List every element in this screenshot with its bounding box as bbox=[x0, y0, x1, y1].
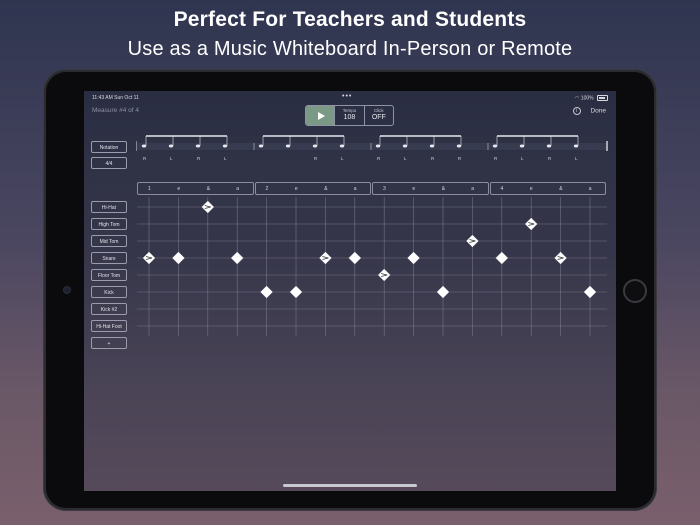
note[interactable] bbox=[172, 251, 185, 265]
subheadline: Use as a Music Whiteboard In-Person or R… bbox=[127, 38, 573, 60]
accented-note[interactable] bbox=[466, 234, 479, 248]
accented-note[interactable] bbox=[319, 251, 332, 265]
accented-note[interactable] bbox=[377, 268, 391, 282]
camera-icon bbox=[63, 286, 71, 294]
accented-note[interactable] bbox=[201, 200, 215, 214]
drum-grid[interactable] bbox=[84, 91, 616, 491]
note[interactable] bbox=[260, 285, 273, 299]
headline: Perfect For Teachers and Students bbox=[173, 8, 527, 31]
note[interactable] bbox=[289, 285, 303, 299]
accented-note[interactable] bbox=[142, 251, 156, 265]
note[interactable] bbox=[495, 251, 509, 265]
note[interactable] bbox=[407, 251, 420, 265]
note[interactable] bbox=[583, 285, 597, 299]
note[interactable] bbox=[436, 285, 450, 299]
home-indicator[interactable] bbox=[283, 484, 417, 487]
accented-note[interactable] bbox=[554, 251, 567, 265]
accented-note[interactable] bbox=[524, 217, 538, 231]
app-screen: 11:43 AM Sun Oct 11 ••• ◠ 100% Measure #… bbox=[84, 91, 616, 491]
note[interactable] bbox=[348, 251, 362, 265]
note[interactable] bbox=[230, 251, 244, 265]
home-button[interactable] bbox=[623, 279, 647, 303]
ipad-frame: 11:43 AM Sun Oct 11 ••• ◠ 100% Measure #… bbox=[44, 70, 656, 510]
